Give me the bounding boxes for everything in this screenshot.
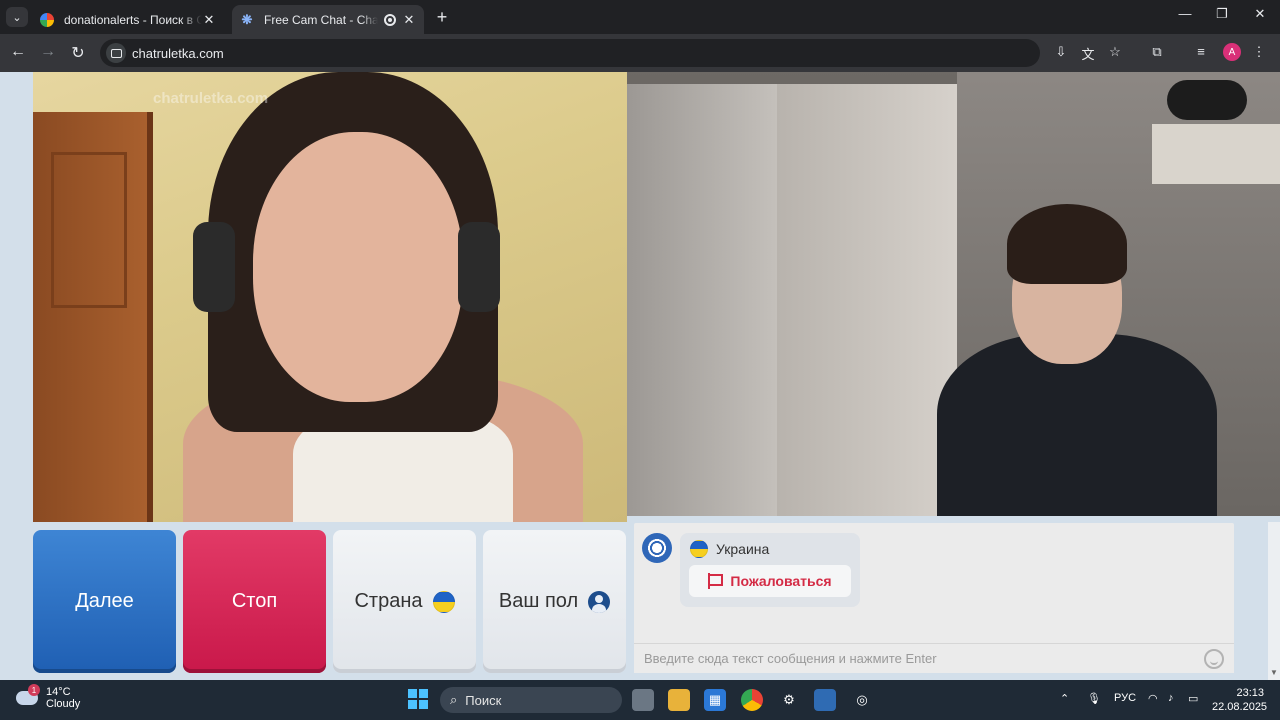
google-favicon-icon bbox=[40, 12, 54, 27]
background-door bbox=[33, 112, 153, 522]
search-icon: ⌕ bbox=[450, 692, 458, 707]
tab-search-button[interactable]: ⌄ bbox=[6, 7, 28, 27]
weather-badge: 1 bbox=[28, 684, 40, 696]
headphone-left bbox=[193, 222, 235, 312]
weather-temp: 14°C bbox=[46, 686, 71, 698]
background-wardrobe bbox=[777, 84, 957, 516]
partner-country-label: Украина bbox=[716, 541, 770, 557]
extensions-icon[interactable]: ⧉ bbox=[1148, 44, 1166, 60]
chevron-down-icon: ⌄ bbox=[12, 11, 22, 24]
close-tab-icon[interactable]: ✕ bbox=[202, 12, 216, 28]
stop-button-label: Стоп bbox=[231, 590, 278, 612]
restore-window-icon[interactable]: ❐ bbox=[1212, 6, 1232, 22]
profile-avatar[interactable]: A bbox=[1223, 43, 1241, 61]
address-bar[interactable]: chatruletka.com bbox=[100, 39, 1040, 67]
windows-taskbar: 14°C Cloudy 1 ⌕ Поиск ▦ ⚙ ◎ ⌃ 🎙 РУС ◠ ♪ … bbox=[0, 680, 1280, 720]
message-input-area bbox=[634, 643, 1234, 673]
gender-button-label: Ваш пол bbox=[498, 590, 579, 612]
back-icon[interactable]: ← bbox=[8, 43, 28, 61]
site-info-icon[interactable] bbox=[106, 43, 126, 63]
url-text: chatruletka.com bbox=[132, 45, 224, 61]
close-window-icon[interactable]: ✕ bbox=[1250, 6, 1270, 22]
bookmark-star-icon[interactable]: ☆ bbox=[1106, 44, 1124, 60]
user-avatar-icon bbox=[588, 590, 611, 613]
install-app-icon[interactable]: ⇩ bbox=[1052, 44, 1070, 60]
media-controls-icon[interactable]: ≡ bbox=[1192, 44, 1210, 59]
ukraine-flag-icon bbox=[432, 590, 455, 613]
forward-icon[interactable]: → bbox=[38, 43, 58, 61]
chatruletka-page: chatruletka.com Далее Стоп Страна Ваш по… bbox=[0, 72, 1280, 680]
chatruletka-logo-icon bbox=[642, 533, 672, 563]
self-video bbox=[627, 72, 1280, 516]
message-input[interactable] bbox=[634, 644, 1194, 672]
background-motorcycle-model bbox=[1167, 80, 1247, 120]
gender-button[interactable]: Ваш пол bbox=[483, 530, 626, 673]
system-clock[interactable]: 23:13 22.08.2025 bbox=[1212, 686, 1268, 714]
report-flag-icon bbox=[708, 573, 724, 589]
partner-country: Украина bbox=[690, 540, 769, 558]
partner-video: chatruletka.com bbox=[33, 72, 627, 522]
obs-recording-icon[interactable]: ◎ bbox=[851, 689, 873, 711]
background-shelf bbox=[1152, 124, 1280, 184]
tab-title: donationalerts - Поиск в Google bbox=[64, 12, 202, 27]
taskbar-search[interactable]: ⌕ Поиск bbox=[440, 687, 622, 713]
menu-icon[interactable]: ⋮ bbox=[1250, 44, 1268, 60]
close-tab-icon[interactable]: ✕ bbox=[402, 12, 416, 28]
background-closet bbox=[627, 84, 777, 516]
weather-desc: Cloudy bbox=[46, 698, 81, 710]
tab-chatruletka[interactable]: ❋ Free Cam Chat - Chatruletka ✕ bbox=[232, 5, 424, 34]
tab-title: Free Cam Chat - Chatruletka bbox=[264, 12, 378, 27]
reload-icon[interactable]: ↻ bbox=[68, 43, 88, 63]
next-button[interactable]: Далее bbox=[33, 530, 176, 673]
partner-info-card: Украина Пожаловаться bbox=[680, 533, 860, 607]
image-viewer-icon[interactable] bbox=[814, 689, 836, 711]
translate-icon[interactable]: 文 bbox=[1079, 44, 1097, 63]
emoji-icon[interactable] bbox=[1204, 649, 1224, 669]
self-hair bbox=[1007, 204, 1127, 284]
report-button[interactable]: Пожаловаться bbox=[689, 565, 851, 597]
battery-icon[interactable]: ▭ bbox=[1188, 692, 1198, 705]
chatruletka-favicon-icon: ❋ bbox=[241, 11, 253, 27]
partner-face bbox=[253, 132, 463, 402]
chat-panel: Украина Пожаловаться bbox=[634, 523, 1234, 673]
recording-indicator-icon bbox=[384, 13, 396, 26]
task-view-icon[interactable] bbox=[632, 689, 654, 711]
country-button-label: Страна bbox=[354, 590, 423, 612]
report-button-label: Пожаловаться bbox=[730, 573, 832, 589]
page-scrollbar[interactable] bbox=[1268, 522, 1280, 680]
browser-toolbar: ← → ↻ chatruletka.com ⇩ 文 ☆ ⧉ ≡ ⋮ bbox=[0, 34, 1280, 72]
chrome-icon[interactable] bbox=[741, 689, 763, 711]
microphone-icon[interactable]: 🎙 bbox=[1087, 692, 1101, 705]
ukraine-flag-icon bbox=[690, 540, 708, 558]
country-button[interactable]: Страна bbox=[333, 530, 476, 673]
new-tab-button[interactable]: + bbox=[432, 7, 452, 28]
taskbar-search-placeholder: Поиск bbox=[465, 692, 502, 708]
stop-button[interactable]: Стоп bbox=[183, 530, 326, 673]
weather-widget[interactable]: 14°C Cloudy bbox=[16, 686, 80, 710]
windows-start-icon[interactable] bbox=[408, 689, 428, 709]
steam-icon[interactable]: ⚙ bbox=[778, 689, 800, 711]
minimize-window-icon[interactable]: — bbox=[1175, 6, 1195, 21]
wifi-icon[interactable]: ◠ bbox=[1148, 692, 1158, 705]
volume-icon[interactable]: ♪ bbox=[1168, 692, 1174, 704]
clock-date: 22.08.2025 bbox=[1212, 701, 1268, 713]
show-hidden-icons[interactable]: ⌃ bbox=[1060, 692, 1069, 705]
headphone-right bbox=[458, 222, 500, 312]
video-watermark: chatruletka.com bbox=[153, 90, 269, 107]
tab-google-search[interactable]: donationalerts - Поиск в Google ✕ bbox=[32, 5, 224, 34]
next-button-label: Далее bbox=[75, 590, 134, 612]
clock-time: 23:13 bbox=[1236, 687, 1264, 699]
tab-strip: ⌄ donationalerts - Поиск в Google ✕ ❋ Fr… bbox=[0, 0, 1280, 34]
input-language[interactable]: РУС bbox=[1114, 692, 1136, 704]
microsoft-store-icon[interactable]: ▦ bbox=[704, 689, 726, 711]
file-explorer-icon[interactable] bbox=[668, 689, 690, 711]
scroll-down-arrow-icon[interactable]: ▼ bbox=[1270, 668, 1278, 677]
